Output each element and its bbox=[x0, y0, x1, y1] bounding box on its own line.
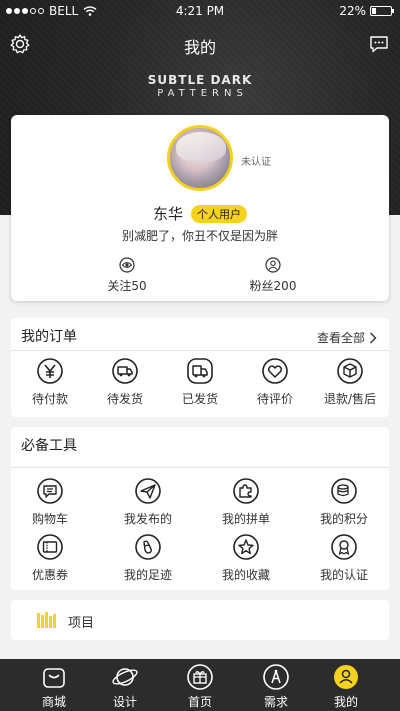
coupon-icon bbox=[37, 534, 63, 560]
tool-footprints[interactable]: 我的足迹 bbox=[113, 533, 183, 583]
user-icon bbox=[334, 665, 358, 689]
planet-icon bbox=[112, 668, 138, 686]
box-icon bbox=[337, 358, 363, 384]
user-name: 东华 bbox=[152, 205, 183, 223]
tab-bar: 商城 设计 首页 需求 我的 bbox=[0, 659, 400, 711]
follow-stat[interactable]: 关注50 bbox=[82, 257, 172, 294]
fans-stat[interactable]: 粉丝200 bbox=[228, 257, 318, 294]
follow-count: 关注50 bbox=[107, 279, 147, 293]
tab-home[interactable]: 首页 bbox=[170, 663, 230, 710]
compass-icon bbox=[263, 664, 289, 690]
avatar[interactable] bbox=[167, 125, 233, 191]
view-all-orders-link[interactable]: 查看全部 bbox=[317, 329, 377, 346]
order-pending-payment[interactable]: 待付款 bbox=[15, 357, 85, 407]
chevron-right-icon bbox=[370, 332, 377, 343]
user-type-badge: 个人用户 bbox=[191, 204, 247, 223]
tool-cart[interactable]: 购物车 bbox=[15, 477, 85, 527]
paper-plane-icon bbox=[135, 478, 161, 504]
battery-percent: 22% bbox=[339, 4, 366, 18]
project-row[interactable]: 项目 bbox=[11, 600, 389, 640]
order-label: 退款/售后 bbox=[323, 392, 377, 406]
user-icon bbox=[265, 257, 281, 273]
tab-label: 我的 bbox=[333, 695, 358, 709]
eye-icon bbox=[119, 257, 135, 273]
tools-title: 必备工具 bbox=[21, 438, 77, 454]
tab-label: 首页 bbox=[187, 695, 212, 709]
nav-bar: 我的 bbox=[0, 28, 400, 60]
puzzle-icon bbox=[233, 478, 259, 504]
shop-icon bbox=[43, 668, 65, 688]
tool-group-buy[interactable]: 我的拼单 bbox=[211, 477, 281, 527]
divider bbox=[11, 467, 389, 468]
gift-icon bbox=[187, 664, 213, 690]
banner-line1: SUBTLE DARK bbox=[147, 73, 253, 87]
tools-section: 必备工具 购物车 我发布的 我的拼单 我的积分 优惠券 我的足迹 我的收藏 我的… bbox=[11, 427, 389, 590]
coins-icon bbox=[331, 478, 357, 504]
order-label: 已发货 bbox=[181, 392, 218, 406]
order-refund[interactable]: 退款/售后 bbox=[315, 357, 385, 407]
tool-coupons[interactable]: 优惠券 bbox=[15, 533, 85, 583]
star-icon bbox=[233, 534, 259, 560]
tool-label: 我的积分 bbox=[319, 512, 368, 526]
status-bar: BELL 4:21 PM 22% bbox=[0, 0, 400, 22]
tab-mine[interactable]: 我的 bbox=[316, 663, 376, 710]
heart-icon bbox=[262, 358, 288, 384]
message-icon[interactable] bbox=[368, 33, 390, 55]
order-label: 待评价 bbox=[256, 392, 293, 406]
order-shipped[interactable]: 已发货 bbox=[165, 357, 235, 407]
yen-icon bbox=[37, 358, 63, 384]
tool-label: 我发布的 bbox=[123, 512, 172, 526]
tab-demand[interactable]: 需求 bbox=[246, 663, 306, 710]
verify-status[interactable]: 未认证 bbox=[241, 153, 271, 168]
orders-section: 我的订单 查看全部 待付款 待发货 已发货 待评价 退款/售后 bbox=[11, 318, 389, 417]
tool-my-posts[interactable]: 我发布的 bbox=[113, 477, 183, 527]
order-pending-shipment[interactable]: 待发货 bbox=[90, 357, 160, 407]
tool-label: 优惠券 bbox=[31, 568, 68, 582]
tab-label: 商城 bbox=[41, 695, 66, 709]
banner-logo: SUBTLE DARK PATTERNS bbox=[0, 73, 400, 99]
tool-label: 购物车 bbox=[31, 512, 68, 526]
profile-card: 未认证 东华 个人用户 别减肥了，你丑不仅是因为胖 关注50 粉丝200 bbox=[11, 115, 389, 301]
tab-design[interactable]: 设计 bbox=[95, 663, 155, 710]
tab-shop[interactable]: 商城 bbox=[24, 663, 84, 710]
tool-label: 我的认证 bbox=[319, 568, 368, 582]
fans-count: 粉丝200 bbox=[249, 279, 297, 293]
tab-label: 需求 bbox=[263, 695, 288, 709]
orders-title: 我的订单 bbox=[21, 329, 77, 345]
van-icon bbox=[112, 358, 138, 384]
order-pending-review[interactable]: 待评价 bbox=[240, 357, 310, 407]
project-label: 项目 bbox=[68, 616, 95, 631]
divider bbox=[11, 350, 389, 351]
tool-label: 我的收藏 bbox=[221, 568, 270, 582]
tab-label: 设计 bbox=[112, 695, 137, 709]
battery-icon bbox=[370, 6, 394, 16]
truck-icon bbox=[187, 358, 213, 384]
tool-label: 我的足迹 bbox=[123, 568, 172, 582]
user-bio: 别减肥了，你丑不仅是因为胖 bbox=[121, 229, 278, 243]
tool-certification[interactable]: 我的认证 bbox=[309, 533, 379, 583]
order-label: 待付款 bbox=[31, 392, 68, 406]
tool-label: 我的拼单 bbox=[221, 512, 270, 526]
medal-icon bbox=[331, 534, 357, 560]
view-all-label: 查看全部 bbox=[316, 331, 365, 345]
books-icon bbox=[37, 612, 56, 628]
order-label: 待发货 bbox=[106, 392, 143, 406]
page-title: 我的 bbox=[183, 38, 216, 57]
footprint-icon bbox=[135, 534, 161, 560]
tool-points[interactable]: 我的积分 bbox=[309, 477, 379, 527]
banner-line2: PATTERNS bbox=[157, 88, 248, 99]
tool-favorites[interactable]: 我的收藏 bbox=[211, 533, 281, 583]
chat-list-icon bbox=[37, 478, 63, 504]
